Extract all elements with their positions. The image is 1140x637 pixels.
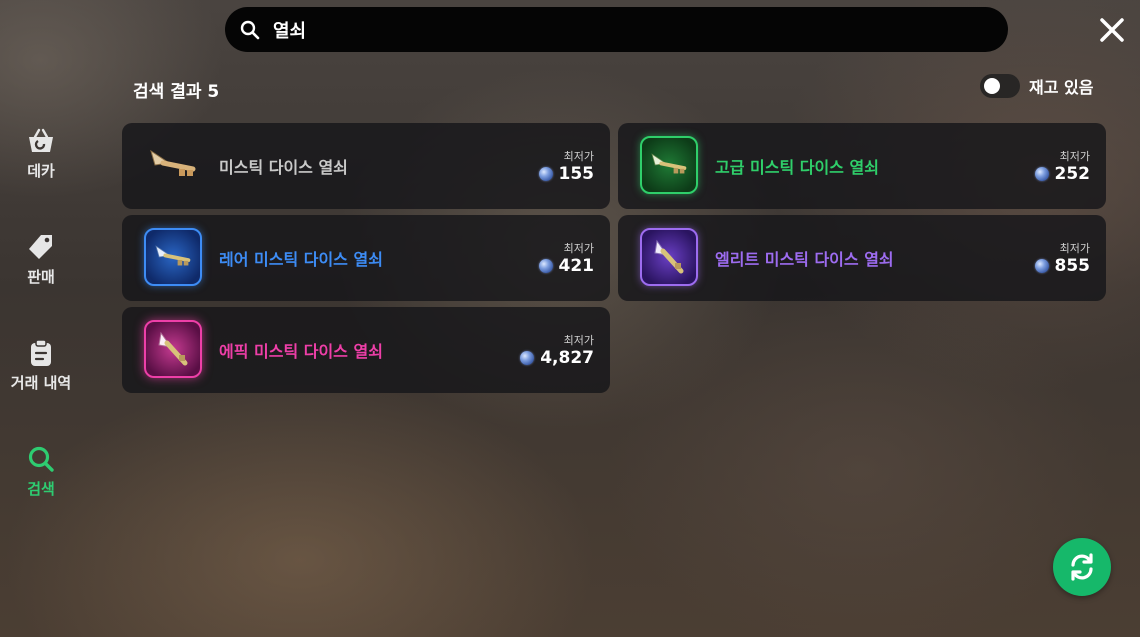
search-icon (239, 19, 261, 41)
price-value: 252 (1054, 164, 1091, 184)
coin-icon (1034, 167, 1049, 181)
sidebar-item-history[interactable]: 거래 내역 (0, 336, 82, 416)
price: 252 (1034, 164, 1091, 184)
sidebar-item-sell[interactable]: 판매 (0, 230, 82, 310)
item-name: 에픽 미스틱 다이스 열쇠 (219, 342, 383, 361)
item-thumbnail (144, 320, 202, 378)
result-count: 검색 결과 5 (133, 82, 220, 102)
result-card[interactable]: 에픽 미스틱 다이스 열쇠 최저가 4,827 (122, 307, 610, 393)
price: 4,827 (520, 348, 594, 368)
stock-filter: 재고 있음 (980, 74, 1093, 98)
stock-toggle-label: 재고 있음 (1029, 78, 1094, 97)
item-thumbnail (640, 228, 698, 286)
key-icon (155, 245, 191, 266)
price-value: 855 (1054, 256, 1091, 276)
price-label: 최저가 (1059, 242, 1090, 255)
price-value: 155 (558, 164, 595, 184)
search-input[interactable] (273, 19, 973, 40)
key-icon (654, 239, 684, 274)
key-icon (158, 331, 188, 366)
price-label: 최저가 (1059, 150, 1090, 163)
sidebar-item-deka[interactable]: 데카 (0, 124, 82, 204)
refresh-icon (1071, 553, 1093, 581)
sidebar-item-search[interactable]: 검색 (0, 442, 82, 522)
key-icon (651, 153, 687, 174)
coin-icon (538, 167, 553, 181)
clipboard-icon (24, 336, 58, 370)
result-card[interactable]: 미스틱 다이스 열쇠 최저가 155 (122, 123, 610, 209)
item-name: 미스틱 다이스 열쇠 (219, 158, 348, 177)
result-card[interactable]: 엘리트 미스틱 다이스 열쇠 최저가 855 (618, 215, 1106, 301)
shopping-basket-icon (24, 124, 58, 158)
price: 421 (538, 256, 595, 276)
sidebar-item-label: 판매 (27, 268, 55, 286)
search-bar[interactable] (225, 7, 1008, 52)
item-thumbnail (144, 136, 202, 194)
tag-icon (24, 230, 58, 264)
coin-icon (538, 259, 553, 273)
item-name: 엘리트 미스틱 다이스 열쇠 (715, 250, 894, 269)
price-label: 최저가 (563, 334, 594, 347)
sidebar-item-label: 거래 내역 (10, 374, 72, 392)
sidebar-item-label: 데카 (27, 162, 55, 180)
sidebar-item-label: 검색 (27, 480, 55, 498)
coin-icon (1034, 259, 1049, 273)
stock-toggle[interactable] (980, 74, 1020, 98)
price-value: 421 (558, 256, 595, 276)
item-name: 고급 미스틱 다이스 열쇠 (715, 158, 879, 177)
price-value: 4,827 (540, 348, 594, 368)
price: 155 (538, 164, 595, 184)
close-button[interactable] (1096, 14, 1128, 46)
result-card[interactable]: 고급 미스틱 다이스 열쇠 최저가 252 (618, 123, 1106, 209)
result-card[interactable]: 레어 미스틱 다이스 열쇠 최저가 421 (122, 215, 610, 301)
key-icon (150, 149, 196, 176)
price-label: 최저가 (563, 242, 594, 255)
price: 855 (1034, 256, 1091, 276)
item-thumbnail (640, 136, 698, 194)
close-icon (1100, 18, 1124, 42)
item-thumbnail (144, 228, 202, 286)
toggle-knob (984, 78, 1000, 94)
coin-icon (520, 351, 535, 365)
search-icon (24, 442, 58, 476)
item-name: 레어 미스틱 다이스 열쇠 (219, 250, 383, 269)
refresh-button[interactable] (1053, 538, 1111, 596)
price-label: 최저가 (563, 150, 594, 163)
